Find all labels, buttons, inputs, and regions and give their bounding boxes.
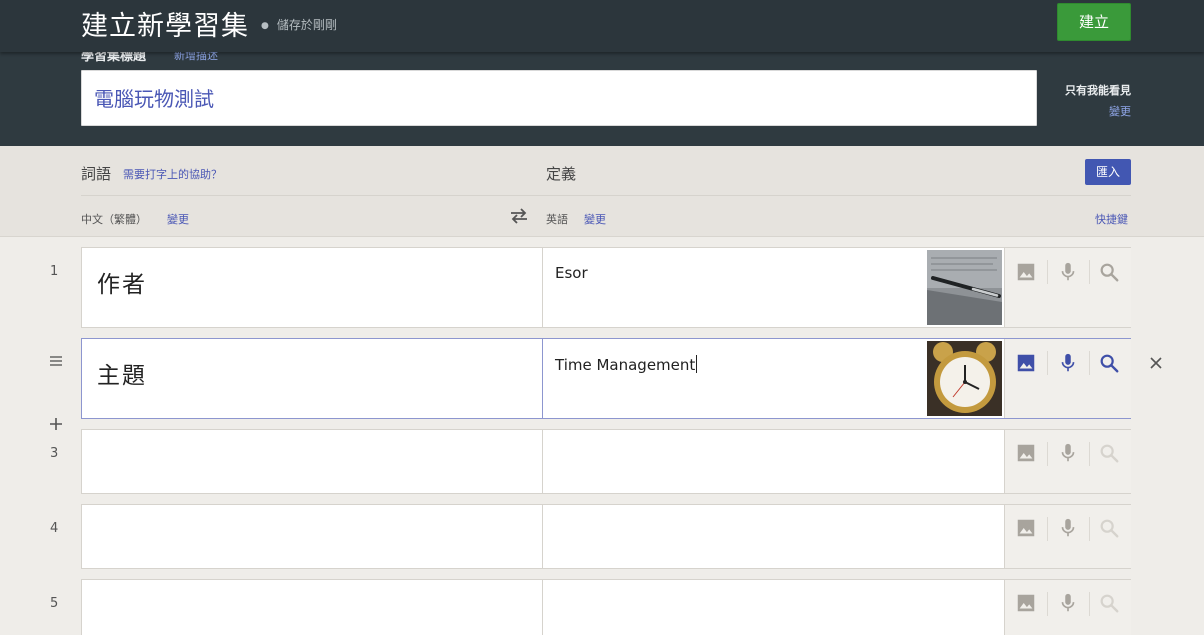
row-number: 4 [50, 521, 59, 536]
create-button[interactable]: 建立 [1057, 3, 1131, 41]
image-icon[interactable] [1015, 352, 1037, 374]
search-icon[interactable] [1098, 352, 1120, 374]
typing-help-link[interactable]: 需要打字上的協助？ [123, 166, 222, 182]
visibility-change-link[interactable]: 變更 [1041, 103, 1131, 119]
term-field[interactable] [82, 580, 543, 635]
search-icon[interactable] [1098, 592, 1120, 614]
status-dot-icon: ● [261, 21, 269, 31]
definition-text: Esor [555, 264, 588, 282]
tool-divider [1089, 351, 1090, 375]
tool-divider [1047, 351, 1048, 375]
column-divider [81, 195, 1131, 196]
tool-divider [1047, 442, 1048, 466]
swap-arrows-icon[interactable] [508, 206, 530, 226]
image-icon[interactable] [1015, 592, 1037, 614]
card-row [81, 429, 1131, 494]
close-icon[interactable] [1149, 356, 1163, 370]
shortcuts-link[interactable]: 快捷鍵 [1095, 211, 1128, 227]
tool-divider [1089, 592, 1090, 616]
tool-divider [1047, 260, 1048, 284]
microphone-icon[interactable] [1057, 592, 1079, 614]
text-caret [696, 355, 698, 373]
definition-text: Time Management [555, 355, 698, 374]
card-row [81, 504, 1131, 569]
row-number: 3 [50, 446, 59, 461]
row-tools [1005, 580, 1131, 635]
definition-value: Time Management [555, 356, 696, 374]
row-tools [1005, 430, 1131, 493]
search-icon[interactable] [1098, 517, 1120, 539]
tool-divider [1089, 517, 1090, 541]
page-title: 建立新學習集 [81, 11, 249, 42]
tool-divider [1047, 517, 1048, 541]
card-row-active: 主題 Time Management [81, 338, 1131, 419]
term-text: 主題 [97, 363, 147, 389]
term-field[interactable]: 主題 [82, 339, 543, 418]
definition-field[interactable]: Esor [543, 248, 1005, 327]
microphone-icon[interactable] [1057, 517, 1079, 539]
row-tools [1005, 505, 1131, 568]
definition-language: 英語 [546, 213, 568, 226]
alarm-clock-photo[interactable] [927, 341, 1002, 416]
sticky-title-bar: 建立新學習集 ● 儲存於剛剛 建立 [0, 0, 1204, 52]
term-column-label: 詞語 [81, 165, 112, 183]
drag-handle-icon[interactable] [48, 353, 64, 369]
definition-language-change-link[interactable]: 變更 [584, 211, 606, 227]
term-field[interactable] [82, 430, 543, 493]
tool-divider [1089, 260, 1090, 284]
tool-divider [1047, 592, 1048, 616]
term-text: 作者 [97, 272, 147, 298]
definition-field[interactable] [543, 505, 1005, 568]
term-language: 中文（繁體） [81, 213, 147, 226]
definition-field[interactable] [543, 430, 1005, 493]
definition-column-label: 定義 [546, 165, 577, 183]
save-status: ● 儲存於剛剛 [261, 16, 337, 33]
pen-on-notepad-photo[interactable] [927, 250, 1002, 325]
plus-icon[interactable] [48, 416, 64, 432]
tool-divider [1089, 442, 1090, 466]
card-row [81, 579, 1131, 635]
row-tools [1005, 339, 1131, 418]
import-button[interactable]: 匯入 [1085, 159, 1131, 185]
definition-field[interactable]: Time Management [543, 339, 1005, 418]
term-field[interactable] [82, 505, 543, 568]
save-status-text: 儲存於剛剛 [276, 18, 337, 32]
image-icon[interactable] [1015, 261, 1037, 283]
card-row: 作者 Esor [81, 247, 1131, 328]
set-title-input[interactable]: 電腦玩物測試 [81, 70, 1037, 126]
image-icon[interactable] [1015, 517, 1037, 539]
term-field[interactable]: 作者 [82, 248, 543, 327]
search-icon[interactable] [1098, 261, 1120, 283]
search-icon[interactable] [1098, 442, 1120, 464]
row-number: 1 [50, 264, 59, 279]
visibility-setting: 只有我能看見 變更 [1041, 82, 1131, 119]
definition-field[interactable] [543, 580, 1005, 635]
term-language-change-link[interactable]: 變更 [167, 211, 189, 227]
visibility-label: 只有我能看見 [1065, 84, 1131, 97]
microphone-icon[interactable] [1057, 261, 1079, 283]
image-icon[interactable] [1015, 442, 1037, 464]
row-tools [1005, 248, 1131, 327]
microphone-icon[interactable] [1057, 352, 1079, 374]
microphone-icon[interactable] [1057, 442, 1079, 464]
row-number: 5 [50, 596, 59, 611]
column-header-band: 詞語 需要打字上的協助？ 定義 匯入 中文（繁體） 變更 英語 變更 快捷鍵 [0, 146, 1204, 237]
